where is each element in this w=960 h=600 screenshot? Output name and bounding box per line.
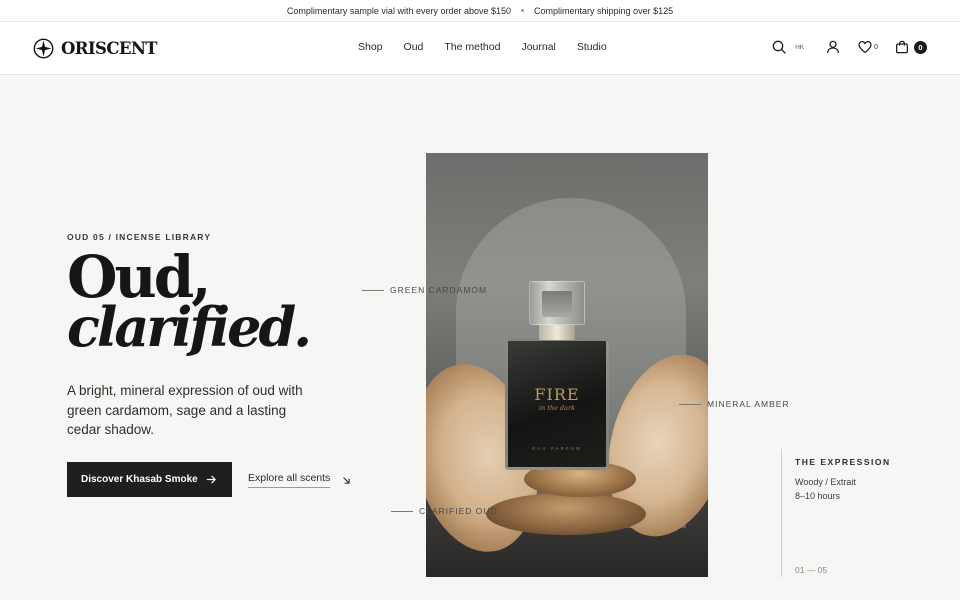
discover-button[interactable]: Discover Khasab Smoke <box>67 462 232 497</box>
account-icon[interactable] <box>825 39 841 55</box>
shopping-bag-icon <box>896 40 908 54</box>
main-header: ORISCENT Shop Oud The method Journal Stu… <box>0 22 960 75</box>
nav-item-oud[interactable]: Oud <box>404 41 424 53</box>
arrow-down-right-icon <box>343 476 350 484</box>
brand-logo[interactable]: ORISCENT <box>33 38 158 59</box>
expression-heading: THE EXPRESSION <box>795 457 891 467</box>
announcement-bar: Complimentary sample vial with every ord… <box>0 0 960 22</box>
callout-mineral-amber: MINERAL AMBER <box>679 399 790 409</box>
expression-details: Woody / Extrait 8–10 hours <box>795 476 931 503</box>
search-icon[interactable] <box>771 39 787 55</box>
main-navigation: Shop Oud The method Journal Studio <box>358 41 607 53</box>
heart-icon <box>858 41 872 53</box>
compass-star-icon <box>33 38 54 59</box>
slide-pagination[interactable]: 01 — 05 <box>795 565 827 575</box>
callout-line <box>362 289 384 291</box>
bottle-neck <box>539 323 575 340</box>
discover-button-label: Discover Khasab Smoke <box>81 474 198 485</box>
announcement-shipping: Complimentary shipping over $125 <box>534 5 674 16</box>
hero-headline: Oud, clarified. <box>67 248 312 359</box>
callout-line <box>679 403 701 405</box>
nav-item-studio[interactable]: Studio <box>577 41 607 53</box>
explore-all-label: Explore all scents <box>248 472 331 488</box>
callout-label: CLARIFIED OUD <box>419 506 498 516</box>
expression-type: Woody / Extrait <box>795 477 856 487</box>
callout-clarified-oud: CLARIFIED OUD <box>391 506 498 516</box>
announcement-sample: Complimentary sample vial with every ord… <box>286 5 512 16</box>
arrow-right-icon <box>206 475 216 484</box>
bottle-label-subtitle: in the dark <box>538 404 576 412</box>
bottle-label-title: FIRE <box>534 385 580 404</box>
separator-dot <box>521 9 525 12</box>
brand-name: ORISCENT <box>61 39 158 58</box>
cart-button[interactable]: 0 <box>894 39 927 55</box>
wishlist-count: 0 <box>874 43 878 51</box>
headline-line-2: clarified. <box>67 295 312 359</box>
hero-eyebrow: OUD 05 / INCENSE LIBRARY <box>67 232 212 242</box>
explore-all-link[interactable]: Explore all scents <box>248 472 351 488</box>
callout-green-cardamom: GREEN CARDAMOM <box>362 285 487 295</box>
nav-item-journal[interactable]: Journal <box>521 41 555 53</box>
callout-label: MINERAL AMBER <box>707 399 790 409</box>
cart-count-badge: 0 <box>914 40 927 54</box>
nav-item-shop[interactable]: Shop <box>358 41 383 53</box>
wood-stand-base <box>486 493 646 535</box>
hero-description: A bright, mineral expression of oud with… <box>67 383 303 437</box>
callout-line <box>391 510 413 512</box>
nav-item-the-method[interactable]: The method <box>444 41 500 53</box>
header-actions: HK 0 0 <box>771 39 927 55</box>
bottle-label-brand: EAU PARFUM <box>532 446 582 451</box>
bottle-cap <box>529 281 585 325</box>
currency-selector[interactable]: HK <box>795 44 804 51</box>
expression-duration: 8–10 hours <box>795 490 841 501</box>
wishlist-button[interactable]: 0 <box>857 39 878 55</box>
callout-label: GREEN CARDAMOM <box>390 285 488 295</box>
expression-panel: THE EXPRESSION Woody / Extrait 8–10 hour… <box>781 449 931 577</box>
